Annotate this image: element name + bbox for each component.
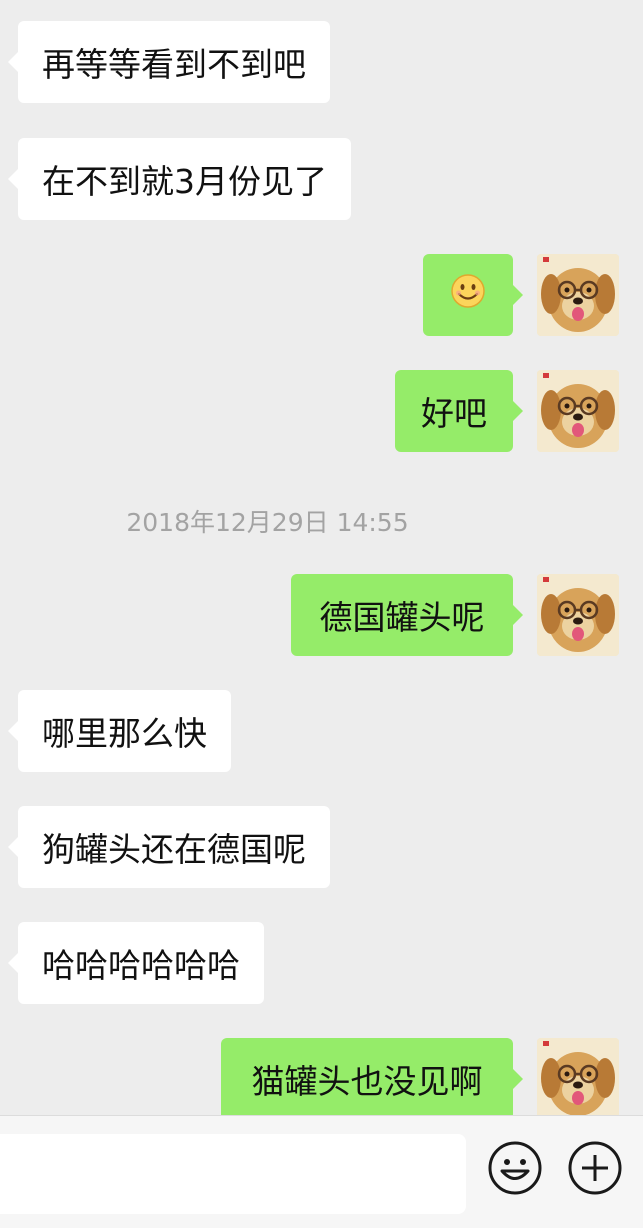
message-text: 再等等看到不到吧 bbox=[42, 45, 306, 84]
message-text: 哪里那么快 bbox=[42, 714, 207, 753]
message-text: 好吧 bbox=[421, 394, 487, 433]
smile-emoji-icon bbox=[450, 273, 486, 317]
outgoing-message-bubble[interactable]: 德国罐头呢 bbox=[291, 574, 523, 656]
incoming-message-bubble[interactable]: 狗罐头还在德国呢 bbox=[8, 806, 330, 888]
incoming-message-bubble[interactable]: 再等等看到不到吧 bbox=[8, 21, 330, 103]
outgoing-message-bubble[interactable]: 好吧 bbox=[395, 370, 523, 452]
outgoing-message-bubble[interactable]: 猫罐头也没见啊 bbox=[221, 1038, 523, 1115]
dog-avatar-icon[interactable] bbox=[537, 574, 619, 656]
outgoing-message-bubble[interactable] bbox=[423, 254, 523, 336]
message-text: 哈哈哈哈哈哈 bbox=[42, 946, 240, 985]
chat-message-list[interactable]: 再等等看到不到吧 在不到就3月份见了 好吧 2018年12月29日 14:55 … bbox=[0, 0, 643, 1115]
message-text: 狗罐头还在德国呢 bbox=[42, 830, 306, 869]
incoming-message-bubble[interactable]: 哈哈哈哈哈哈 bbox=[8, 922, 264, 1004]
chat-input-bar bbox=[0, 1115, 643, 1228]
message-text: 在不到就3月份见了 bbox=[42, 162, 327, 201]
plus-icon[interactable] bbox=[567, 1140, 623, 1196]
incoming-message-bubble[interactable]: 哪里那么快 bbox=[8, 690, 231, 772]
dog-avatar-icon[interactable] bbox=[537, 370, 619, 452]
message-text: 德国罐头呢 bbox=[319, 598, 485, 637]
incoming-message-bubble[interactable]: 在不到就3月份见了 bbox=[8, 138, 351, 220]
message-input[interactable] bbox=[0, 1134, 466, 1214]
dog-avatar-icon[interactable] bbox=[537, 254, 619, 336]
emoji-face-icon[interactable] bbox=[487, 1140, 543, 1196]
dog-avatar-icon[interactable] bbox=[537, 1038, 619, 1115]
message-text: 猫罐头也没见啊 bbox=[251, 1062, 483, 1101]
message-timestamp: 2018年12月29日 14:55 bbox=[126, 508, 409, 537]
